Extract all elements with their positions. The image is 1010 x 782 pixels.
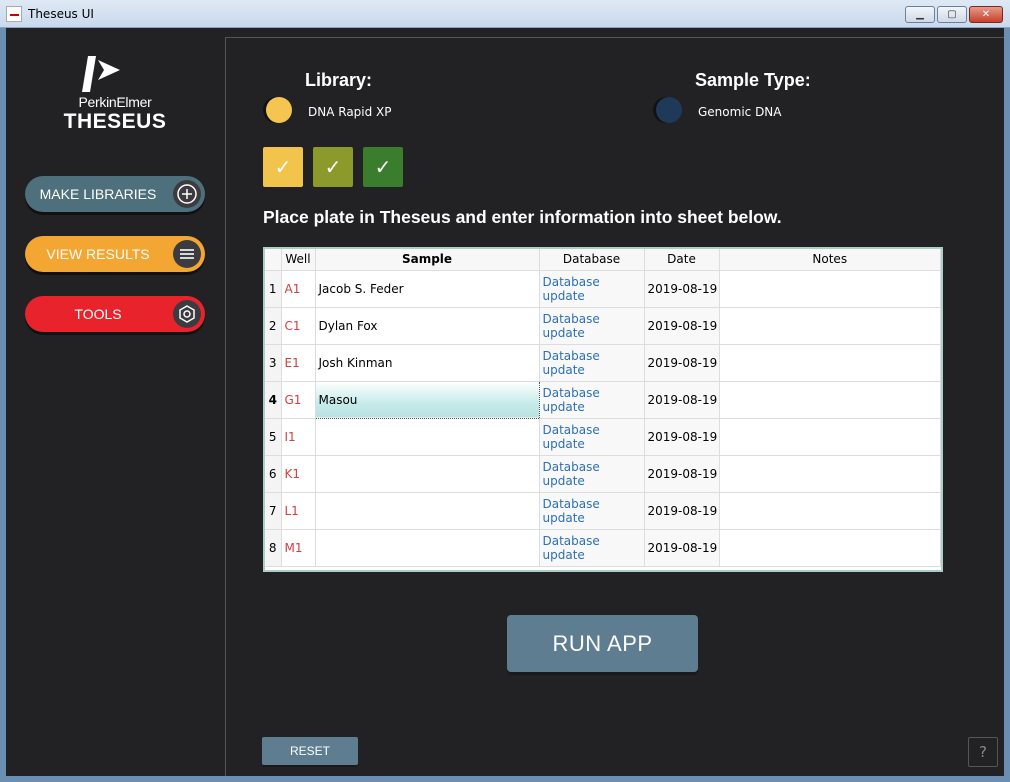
notes-cell[interactable] xyxy=(719,270,941,308)
database-cell[interactable]: Database update xyxy=(539,492,645,530)
sample-cell[interactable]: Jacob S. Feder xyxy=(315,270,540,308)
database-cell[interactable]: Database update xyxy=(539,381,645,419)
maximize-button[interactable]: ▢ xyxy=(937,6,967,23)
sample-type-title: Sample Type: xyxy=(695,70,811,90)
column-header-notes[interactable]: Notes xyxy=(719,249,941,271)
row-number-header xyxy=(265,249,282,271)
database-cell[interactable]: Database update xyxy=(539,307,645,345)
table-row: 4 G1 Masou Database update 2019-08-19 xyxy=(265,380,941,419)
well-cell[interactable]: C1 xyxy=(281,307,316,345)
reset-button[interactable]: RESET xyxy=(262,737,358,765)
database-cell[interactable]: Database update xyxy=(539,270,645,308)
table-row: 6 K1 Database update 2019-08-19 xyxy=(265,455,941,493)
database-cell[interactable]: Database update xyxy=(539,344,645,382)
row-number: 3 xyxy=(265,344,282,382)
app-client-area: PerkinElmer THESEUS MAKE LIBRARIES VIEW … xyxy=(6,28,1004,776)
notes-cell[interactable] xyxy=(719,455,941,493)
table-row: 7 L1 Database update 2019-08-19 xyxy=(265,492,941,530)
panel-divider xyxy=(225,37,226,776)
sample-cell-editing[interactable]: Masou xyxy=(314,380,540,419)
library-title: Library: xyxy=(305,70,373,90)
date-cell[interactable]: 2019-08-19 xyxy=(644,344,720,382)
database-cell[interactable]: Database update xyxy=(539,529,645,567)
well-cell[interactable]: G1 xyxy=(281,381,316,419)
close-button[interactable]: ✕ xyxy=(969,6,1003,23)
well-cell[interactable]: L1 xyxy=(281,492,316,530)
well-cell[interactable]: E1 xyxy=(281,344,316,382)
sample-cell[interactable] xyxy=(315,455,540,493)
well-cell[interactable]: K1 xyxy=(281,455,316,493)
instruction-text: Place plate in Theseus and enter informa… xyxy=(263,207,782,227)
table-row: 2 C1 Dylan Fox Database update 2019-08-1… xyxy=(265,307,941,345)
window-title: Theseus UI xyxy=(28,7,94,21)
brand-product: THESEUS xyxy=(63,110,167,133)
view-results-button[interactable]: VIEW RESULTS xyxy=(25,236,205,272)
date-cell[interactable]: 2019-08-19 xyxy=(644,492,720,530)
library-value: DNA Rapid XP xyxy=(308,105,392,119)
well-cell[interactable]: M1 xyxy=(281,529,316,567)
sample-cell[interactable] xyxy=(315,492,540,530)
notes-cell[interactable] xyxy=(719,418,941,456)
date-cell[interactable]: 2019-08-19 xyxy=(644,455,720,493)
step-1-check[interactable]: ✓ xyxy=(263,147,303,187)
notes-cell[interactable] xyxy=(719,344,941,382)
sample-cell[interactable] xyxy=(315,529,540,567)
well-cell[interactable]: I1 xyxy=(281,418,316,456)
column-header-sample[interactable]: Sample xyxy=(315,249,540,271)
sample-type-value: Genomic DNA xyxy=(698,105,782,119)
row-number: 5 xyxy=(265,418,282,456)
step-2-check[interactable]: ✓ xyxy=(313,147,353,187)
notes-cell[interactable] xyxy=(719,529,941,567)
sample-cell[interactable]: Dylan Fox xyxy=(315,307,540,345)
tools-button[interactable]: TOOLS xyxy=(25,296,205,332)
sample-cell[interactable] xyxy=(315,418,540,456)
column-header-well[interactable]: Well xyxy=(281,249,316,271)
row-number: 7 xyxy=(265,492,282,530)
column-header-database[interactable]: Database xyxy=(539,249,645,271)
minimize-button[interactable]: ▁ xyxy=(905,6,935,23)
notes-cell[interactable] xyxy=(719,381,941,419)
panel-divider-top xyxy=(225,37,1004,38)
table-row: 1 A1 Jacob S. Feder Database update 2019… xyxy=(265,270,941,308)
library-color-dot xyxy=(266,97,292,123)
perkinelmer-logo-icon xyxy=(82,56,120,92)
app-icon xyxy=(6,6,22,22)
well-cell[interactable]: A1 xyxy=(281,270,316,308)
row-number: 8 xyxy=(265,529,282,567)
date-cell[interactable]: 2019-08-19 xyxy=(644,381,720,419)
date-cell[interactable]: 2019-08-19 xyxy=(644,418,720,456)
database-cell[interactable]: Database update xyxy=(539,418,645,456)
column-header-date[interactable]: Date xyxy=(644,249,720,271)
window-titlebar: Theseus UI ▁ ▢ ✕ xyxy=(0,0,1010,28)
row-number: 6 xyxy=(265,455,282,493)
notes-cell[interactable] xyxy=(719,307,941,345)
brand-company: PerkinElmer xyxy=(78,94,152,110)
row-number: 4 xyxy=(265,381,282,419)
row-number: 1 xyxy=(265,270,282,308)
database-cell[interactable]: Database update xyxy=(539,455,645,493)
sample-type-color-dot xyxy=(656,97,682,123)
help-button[interactable]: ? xyxy=(968,737,998,767)
table-row: 5 I1 Database update 2019-08-19 xyxy=(265,418,941,456)
row-number: 2 xyxy=(265,307,282,345)
hex-nut-icon xyxy=(173,300,201,328)
date-cell[interactable]: 2019-08-19 xyxy=(644,529,720,567)
date-cell[interactable]: 2019-08-19 xyxy=(644,270,720,308)
table-row: 8 M1 Database update 2019-08-19 xyxy=(265,529,941,567)
notes-cell[interactable] xyxy=(719,492,941,530)
menu-icon xyxy=(173,240,201,268)
step-3-check[interactable]: ✓ xyxy=(363,147,403,187)
table-row: 3 E1 Josh Kinman Database update 2019-08… xyxy=(265,344,941,382)
plus-circle-icon xyxy=(173,180,201,208)
sample-sheet-table: Well Sample Database Date Notes 1 A1 Jac… xyxy=(263,247,943,572)
make-libraries-button[interactable]: MAKE LIBRARIES xyxy=(25,176,205,212)
run-app-button[interactable]: RUN APP xyxy=(507,615,698,672)
date-cell[interactable]: 2019-08-19 xyxy=(644,307,720,345)
sidebar: PerkinElmer THESEUS MAKE LIBRARIES VIEW … xyxy=(6,28,224,776)
sample-cell[interactable]: Josh Kinman xyxy=(315,344,540,382)
table-header-row: Well Sample Database Date Notes xyxy=(265,249,941,271)
window-controls: ▁ ▢ ✕ xyxy=(905,6,1003,23)
